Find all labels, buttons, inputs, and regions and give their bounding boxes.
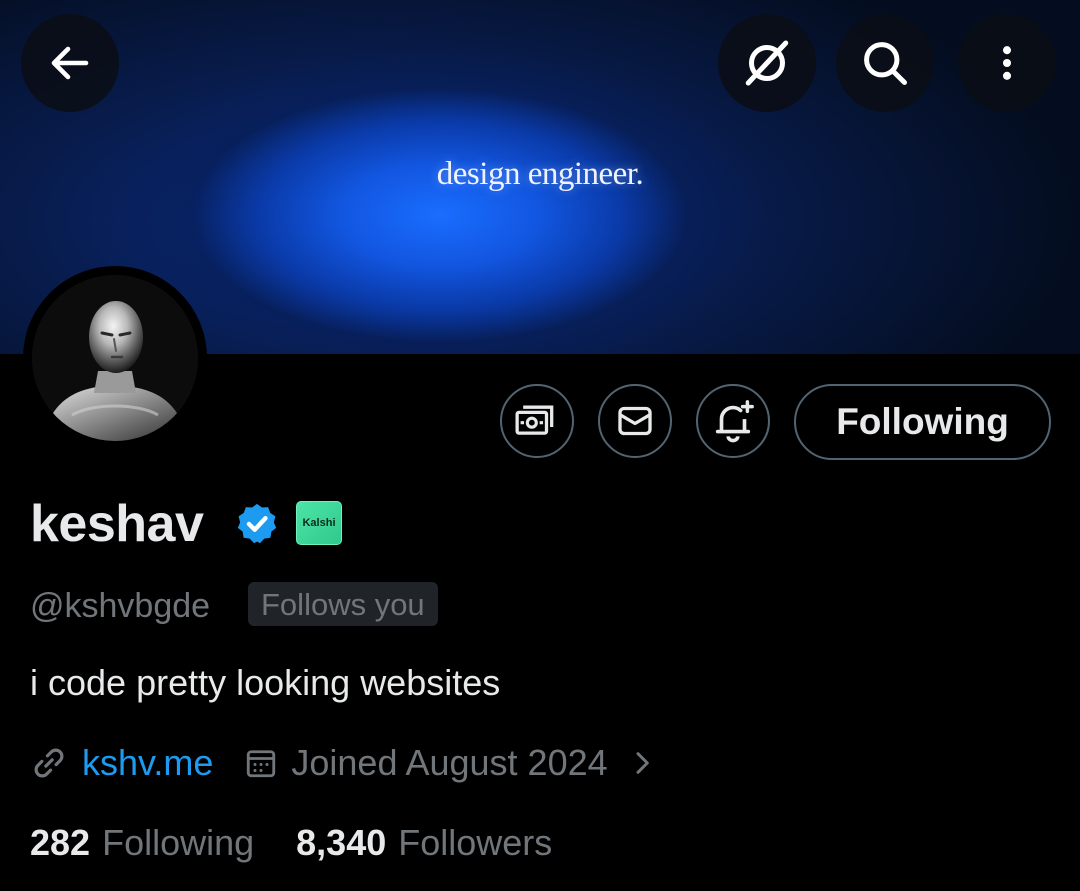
following-stat[interactable]: 282 Following bbox=[30, 820, 254, 866]
follows-you-badge: Follows you bbox=[248, 582, 438, 626]
affiliation-badge-label: Kalshi bbox=[302, 517, 336, 529]
following-label: Following bbox=[102, 822, 255, 863]
followers-stat[interactable]: 8,340 Followers bbox=[296, 820, 552, 866]
notify-button[interactable] bbox=[696, 384, 770, 458]
followers-count: 8,340 bbox=[296, 822, 387, 863]
arrow-left-icon bbox=[51, 46, 89, 80]
affiliation-badge[interactable]: Kalshi bbox=[296, 501, 342, 545]
joined-date: Joined August 2024 bbox=[291, 742, 608, 783]
avatar-image bbox=[32, 275, 198, 441]
bio: i code pretty looking websites bbox=[30, 662, 501, 703]
banner-text: design engineer. bbox=[436, 156, 644, 192]
calendar-icon bbox=[247, 750, 276, 778]
profile-meta: kshv.me Joined August 2024 bbox=[30, 740, 658, 786]
message-button[interactable] bbox=[598, 384, 672, 458]
back-button[interactable] bbox=[21, 14, 119, 112]
money-icon bbox=[515, 405, 554, 435]
user-handle: @kshvbgde bbox=[30, 587, 211, 625]
bell-plus-icon bbox=[715, 400, 754, 443]
link-icon bbox=[34, 748, 64, 778]
chevron-right-icon[interactable] bbox=[626, 747, 658, 779]
avatar[interactable] bbox=[32, 275, 198, 441]
more-vertical-icon bbox=[1002, 46, 1012, 80]
more-options-button[interactable] bbox=[958, 14, 1056, 112]
avatar-frame[interactable] bbox=[23, 266, 207, 450]
grok-button[interactable] bbox=[718, 14, 816, 112]
follow-stats: 282 Following 8,340 Followers bbox=[30, 820, 552, 866]
verified-badge-icon[interactable] bbox=[234, 501, 280, 547]
search-button[interactable] bbox=[836, 14, 934, 112]
following-button[interactable]: Following bbox=[794, 384, 1051, 460]
tip-button[interactable] bbox=[500, 384, 574, 458]
followers-label: Followers bbox=[398, 822, 553, 863]
display-name: keshav bbox=[30, 495, 204, 553]
website-link[interactable]: kshv.me bbox=[82, 742, 213, 784]
search-icon bbox=[864, 42, 907, 85]
following-count: 282 bbox=[30, 822, 91, 863]
grok-icon bbox=[745, 40, 789, 86]
mail-icon bbox=[618, 406, 652, 436]
